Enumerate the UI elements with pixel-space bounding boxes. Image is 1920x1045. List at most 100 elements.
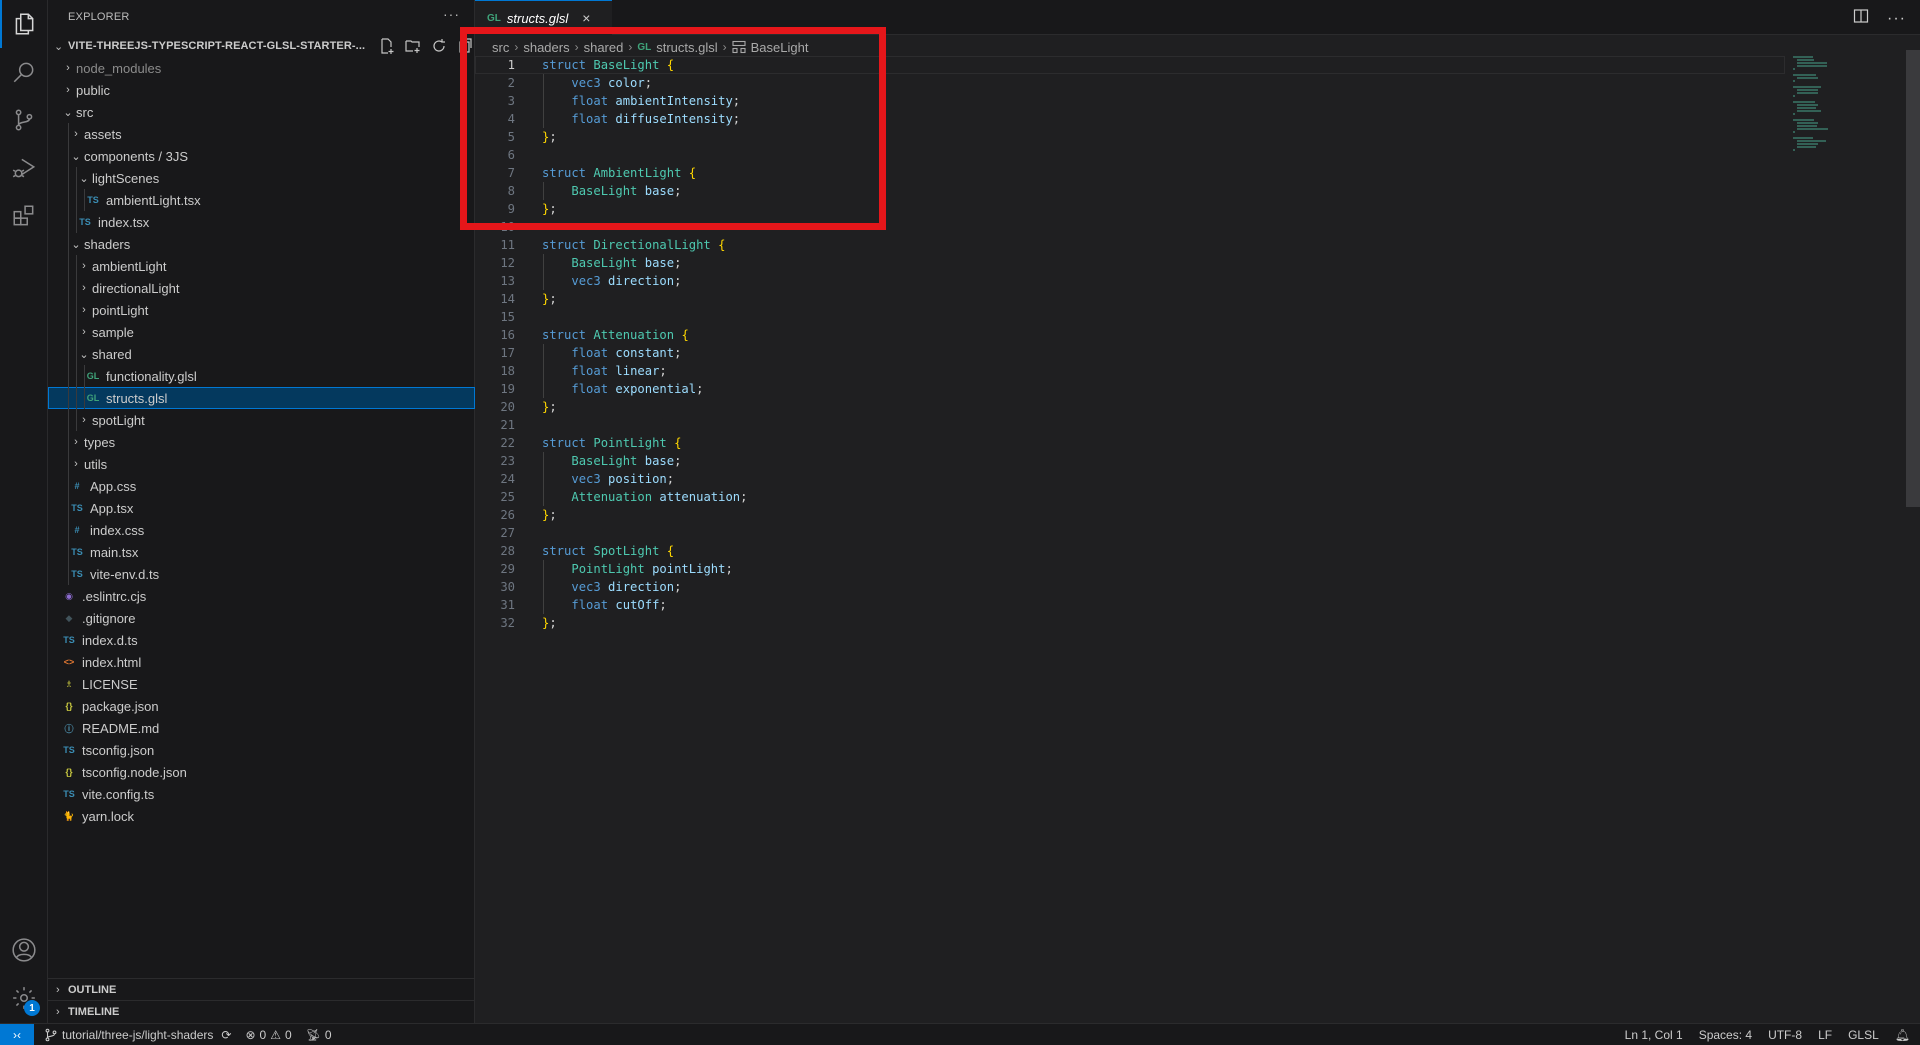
tree-folder[interactable]: ⌄ lightScenes <box>48 167 475 189</box>
code-line[interactable]: 11 struct DirectionalLight { <box>475 236 1785 254</box>
tree-folder[interactable]: ⌄ src <box>48 101 475 123</box>
tree-folder[interactable]: › ambientLight <box>48 255 475 277</box>
breadcrumb-symbol[interactable]: BaseLight <box>751 40 809 55</box>
tree-file[interactable]: TS tsconfig.json <box>48 739 475 761</box>
tree-file[interactable]: {} package.json <box>48 695 475 717</box>
problems-indicator[interactable]: ⊗ 0 ⚠ 0 <box>245 1028 291 1042</box>
encoding[interactable]: UTF-8 <box>1768 1028 1802 1042</box>
code-line[interactable]: 30 vec3 direction; <box>475 578 1785 596</box>
code-line[interactable]: 3 float ambientIntensity; <box>475 92 1785 110</box>
code-line[interactable]: 32}; <box>475 614 1785 632</box>
tree-file[interactable]: <> index.html <box>48 651 475 673</box>
tree-file[interactable]: {} tsconfig.node.json <box>48 761 475 783</box>
code-line[interactable]: 28 struct SpotLight { <box>475 542 1785 560</box>
remote-indicator[interactable]: ›‹ <box>0 1023 34 1045</box>
activity-explorer[interactable] <box>0 0 48 48</box>
tree-file[interactable]: TS ambientLight.tsx <box>48 189 475 211</box>
code-line[interactable]: 25 Attenuation attenuation; <box>475 488 1785 506</box>
code-line[interactable]: 26}; <box>475 506 1785 524</box>
tree-file[interactable]: TS vite-env.d.ts <box>48 563 475 585</box>
tree-folder[interactable]: ⌄ shared <box>48 343 475 365</box>
tree-file[interactable]: TS App.tsx <box>48 497 475 519</box>
tree-folder[interactable]: › public <box>48 79 475 101</box>
tree-file[interactable]: TS main.tsx <box>48 541 475 563</box>
activity-accounts[interactable] <box>0 926 48 974</box>
tree-folder[interactable]: › directionalLight <box>48 277 475 299</box>
code-line[interactable]: 31 float cutOff; <box>475 596 1785 614</box>
breadcrumb-src[interactable]: src <box>492 40 509 55</box>
code-line[interactable]: 17 float constant; <box>475 344 1785 362</box>
breadcrumb-file[interactable]: structs.glsl <box>656 40 717 55</box>
close-icon[interactable]: × <box>582 10 590 26</box>
tree-folder[interactable]: › utils <box>48 453 475 475</box>
tree-file[interactable]: GL functionality.glsl <box>48 365 475 387</box>
code-line[interactable]: 7 struct AmbientLight { <box>475 164 1785 182</box>
code-line[interactable]: 15 <box>475 308 1785 326</box>
ports-indicator[interactable]: 📡︎ 0 <box>306 1028 332 1042</box>
code-line[interactable]: 14}; <box>475 290 1785 308</box>
code-line[interactable]: 4 float diffuseIntensity; <box>475 110 1785 128</box>
tab-structs-glsl[interactable]: GL structs.glsl × <box>475 0 612 35</box>
activity-manage[interactable]: 1 <box>0 974 48 1022</box>
tree-file[interactable]: ◉ .eslintrc.cjs <box>48 585 475 607</box>
tree-file[interactable]: GL structs.glsl <box>48 387 475 409</box>
sync-icon[interactable]: ⟳ <box>221 1028 231 1042</box>
vertical-scrollbar[interactable] <box>1906 50 1920 507</box>
tree-file[interactable]: # index.css <box>48 519 475 541</box>
activity-search[interactable] <box>0 48 48 96</box>
tree-file[interactable]: TS index.tsx <box>48 211 475 233</box>
tree-folder[interactable]: › spotLight <box>48 409 475 431</box>
more-actions-button[interactable]: ··· <box>443 6 460 22</box>
tree-file[interactable]: ♗ LICENSE <box>48 673 475 695</box>
branch-indicator[interactable]: tutorial/three-js/light-shaders ⟳ <box>44 1028 231 1042</box>
collapse-all-button[interactable] <box>455 36 475 56</box>
timeline-panel-header[interactable]: › TIMELINE <box>48 1000 475 1022</box>
tree-folder[interactable]: ⌄ shaders <box>48 233 475 255</box>
tree-file[interactable]: ◆ .gitignore <box>48 607 475 629</box>
indentation[interactable]: Spaces: 4 <box>1699 1028 1752 1042</box>
code-line[interactable]: 8 BaseLight base; <box>475 182 1785 200</box>
editor-more-actions-button[interactable]: ··· <box>1887 10 1906 28</box>
tree-folder[interactable]: › pointLight <box>48 299 475 321</box>
tree-folder[interactable]: › types <box>48 431 475 453</box>
tree-file[interactable]: ⓘ README.md <box>48 717 475 739</box>
workspace-root[interactable]: ⌄ VITE-THREEJS-TYPESCRIPT-REACT-GLSL-STA… <box>48 35 475 57</box>
code-line[interactable]: 21 <box>475 416 1785 434</box>
breadcrumb-shaders[interactable]: shaders <box>523 40 569 55</box>
code-line[interactable]: 10 <box>475 218 1785 236</box>
breadcrumb-shared[interactable]: shared <box>584 40 624 55</box>
tree-file[interactable]: 🐈 yarn.lock <box>48 805 475 827</box>
code-line[interactable]: 18 float linear; <box>475 362 1785 380</box>
outline-panel-header[interactable]: › OUTLINE <box>48 978 475 1000</box>
language-mode[interactable]: GLSL <box>1848 1028 1879 1042</box>
code-line[interactable]: 27 <box>475 524 1785 542</box>
minimap[interactable] <box>1793 56 1833 151</box>
tree-file[interactable]: TS index.d.ts <box>48 629 475 651</box>
code-line[interactable]: 23 BaseLight base; <box>475 452 1785 470</box>
tree-folder[interactable]: › node_modules <box>48 57 475 79</box>
code-line[interactable]: 29 PointLight pointLight; <box>475 560 1785 578</box>
notifications-bell-icon[interactable]: 🔔︎ <box>1895 1028 1910 1042</box>
activity-extensions[interactable] <box>0 192 48 240</box>
code-line[interactable]: 16 struct Attenuation { <box>475 326 1785 344</box>
code-line[interactable]: 2 vec3 color; <box>475 74 1785 92</box>
refresh-button[interactable] <box>429 36 449 56</box>
code-line[interactable]: 6 <box>475 146 1785 164</box>
end-of-line[interactable]: LF <box>1818 1028 1832 1042</box>
cursor-position[interactable]: Ln 1, Col 1 <box>1625 1028 1683 1042</box>
code-line[interactable]: 13 vec3 direction; <box>475 272 1785 290</box>
tree-folder[interactable]: ⌄ components / 3JS <box>48 145 475 167</box>
new-file-button[interactable] <box>377 36 397 56</box>
tree-folder[interactable]: › sample <box>48 321 475 343</box>
code-line[interactable]: 1 struct BaseLight { <box>475 56 1785 74</box>
code-line[interactable]: 24 vec3 position; <box>475 470 1785 488</box>
activity-run-debug[interactable] <box>0 144 48 192</box>
code-line[interactable]: 19 float exponential; <box>475 380 1785 398</box>
code-editor[interactable]: 1 struct BaseLight {2 vec3 color; 3 float … <box>475 56 1785 632</box>
tree-file[interactable]: TS vite.config.ts <box>48 783 475 805</box>
tree-folder[interactable]: › assets <box>48 123 475 145</box>
new-folder-button[interactable] <box>403 36 423 56</box>
code-line[interactable]: 20}; <box>475 398 1785 416</box>
split-editor-button[interactable] <box>1853 8 1869 29</box>
code-line[interactable]: 22 struct PointLight { <box>475 434 1785 452</box>
